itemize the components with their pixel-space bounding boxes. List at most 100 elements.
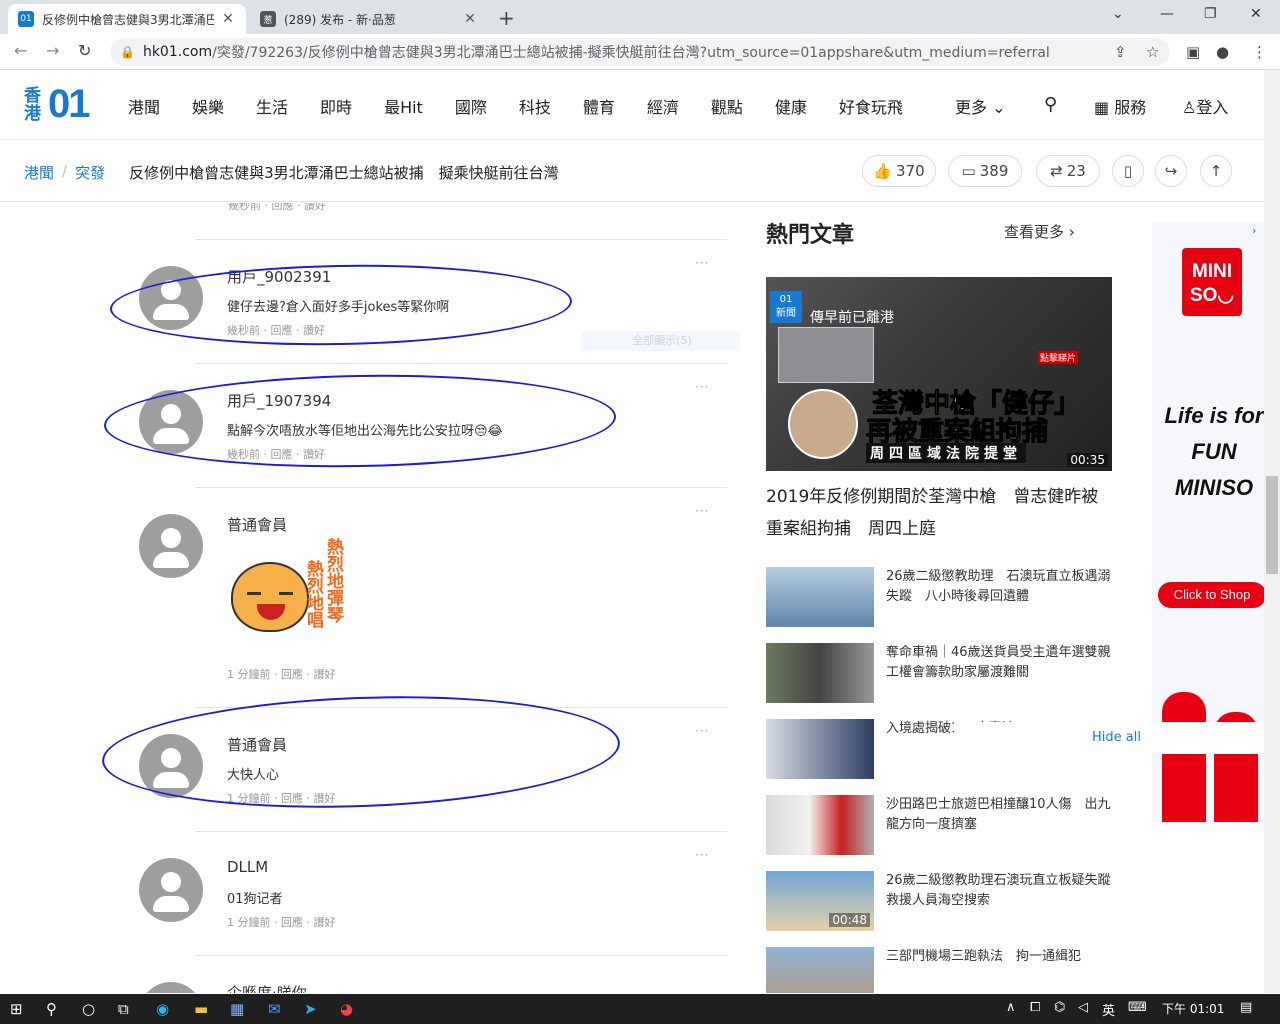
mail-icon[interactable]: ✉ xyxy=(268,1000,281,1018)
breadcrumb-sub[interactable]: 突發 xyxy=(75,162,105,183)
chrome-icon[interactable]: ◕ xyxy=(340,1000,353,1018)
avatar[interactable] xyxy=(139,982,203,993)
nav-item[interactable]: 娛樂 xyxy=(192,94,224,118)
nav-item[interactable]: 科技 xyxy=(519,94,551,118)
share-button[interactable]: ↪ xyxy=(1155,155,1187,187)
telegram-icon[interactable]: ➤ xyxy=(304,1000,317,1018)
search-icon[interactable]: ⚲ xyxy=(46,1000,57,1018)
nav-item[interactable]: 即時 xyxy=(320,94,352,118)
login-button[interactable]: ♙登入 xyxy=(1182,94,1228,118)
scroll-top-button[interactable]: ↑ xyxy=(1200,155,1232,187)
avatar[interactable] xyxy=(139,514,203,578)
article-item[interactable]: 00:48 26歲二級懲教助理石澳玩直立板疑失蹤 救援人員海空搜索 xyxy=(766,871,1116,933)
comment-item: DLLM 01狗记者 1 分鐘前 · 回應 · 讚好 ··· xyxy=(139,831,727,955)
nav-item[interactable]: 觀點 xyxy=(711,94,743,118)
article-item[interactable]: 奪命車禍｜46歲送貨員受主遺年選雙親 工權會籌款助家屬渡難關 xyxy=(766,643,1116,705)
click-to-shop-button[interactable]: Click to Shop xyxy=(1158,582,1264,608)
more-options-icon[interactable]: ··· xyxy=(695,380,709,394)
hk01-logo[interactable]: 香港 01 xyxy=(24,82,90,127)
more-options-icon[interactable]: ··· xyxy=(695,724,709,738)
avatar[interactable] xyxy=(139,858,203,922)
keyboard-icon[interactable]: ⌨ xyxy=(1128,1000,1147,1015)
article-item[interactable]: 三部門機場三跑執法 拘一通緝犯 xyxy=(766,947,1112,993)
ad-info-icon[interactable]: › xyxy=(1252,224,1256,237)
url-host: hk01.com xyxy=(142,44,213,60)
tab-search-icon[interactable]: ⌄ xyxy=(1112,6,1124,22)
comment-meta[interactable]: 1 分鐘前 · 回應 · 讚好 xyxy=(227,666,335,682)
cortana-icon[interactable]: ○ xyxy=(82,1000,95,1018)
article-item[interactable]: 沙田路巴士旅遊巴相撞釀10人傷 出九龍方向一度擠塞 xyxy=(766,795,1112,857)
nav-item[interactable]: 港聞 xyxy=(128,94,160,118)
comment-button[interactable]: ▭ 389 xyxy=(948,155,1022,187)
comment-user[interactable]: 企喺度·睇你 xyxy=(227,982,307,993)
task-view-icon[interactable]: ⧉ xyxy=(118,1000,129,1018)
tab-pincong[interactable]: 葱 (289) 发布 - 新·品葱 ✕ xyxy=(250,4,488,34)
more-options-icon[interactable]: ··· xyxy=(695,504,709,518)
file-explorer-icon[interactable]: ▬ xyxy=(194,1000,208,1018)
services-button[interactable]: ▦ 服務 xyxy=(1094,94,1146,118)
nav-item[interactable]: 體育 xyxy=(583,94,615,118)
minimize-icon[interactable]: — xyxy=(1160,6,1174,22)
comment-user[interactable]: 普通會員 xyxy=(227,514,287,535)
new-tab-icon[interactable]: + xyxy=(498,6,515,30)
windows-start-icon[interactable]: ⊞ xyxy=(10,1000,23,1018)
more-options-icon[interactable]: ··· xyxy=(695,256,709,270)
share-count: 23 xyxy=(1066,162,1086,180)
click-label: 點擊睇片 xyxy=(1038,351,1079,364)
search-icon[interactable]: ⚲ xyxy=(1044,94,1057,115)
comment-icon: ▭ xyxy=(961,162,976,180)
nav-item[interactable]: 經濟 xyxy=(647,94,679,118)
like-button[interactable]: 👍 370 xyxy=(862,155,936,187)
notification-icon[interactable]: ▤ xyxy=(1240,1000,1252,1015)
maximize-icon[interactable]: ❐ xyxy=(1204,6,1217,22)
scrollbar-thumb[interactable] xyxy=(1266,476,1278,574)
article-thumbnail xyxy=(766,947,874,993)
sidebar-hot: 熱門文章 查看更多 › 01 新聞 傳早前已離港 點擊睇片 荃灣中槍「健仔」 再被… xyxy=(766,203,1116,993)
reload-icon[interactable]: ↻ xyxy=(78,41,91,60)
comment-user[interactable]: DLLM xyxy=(227,858,268,876)
bookmark-button[interactable]: ▯ xyxy=(1112,155,1144,187)
clock[interactable]: 下午 01:01 xyxy=(1162,1000,1224,1017)
edge-icon[interactable]: ◉ xyxy=(156,1000,169,1018)
see-more-link[interactable]: 查看更多 › xyxy=(1004,221,1075,242)
url-path: /突發/792263/反修例中槍曾志健與3男北潭涌巴士總站被捕-擬乘快艇前往台灣… xyxy=(212,45,1050,61)
forward-icon[interactable]: → xyxy=(46,41,59,60)
nav-item[interactable]: 生活 xyxy=(256,94,288,118)
close-window-icon[interactable]: ✕ xyxy=(1250,6,1262,22)
nav-item[interactable]: 好食玩飛 xyxy=(839,94,903,118)
share-icon[interactable]: ⇪ xyxy=(1114,43,1127,61)
more-options-icon[interactable]: ··· xyxy=(695,848,709,862)
hide-all-button[interactable]: Hide all xyxy=(954,722,1274,754)
featured-caption[interactable]: 2019年反修例期間於荃灣中槍 曾志健昨被重案組拘捕 周四上庭 xyxy=(766,481,1112,545)
menu-kebab-icon[interactable]: ⋮ xyxy=(1252,43,1267,61)
featured-video[interactable]: 01 新聞 傳早前已離港 點擊睇片 荃灣中槍「健仔」 再被重案組拘捕 周四區域法院… xyxy=(766,277,1112,471)
back-icon[interactable]: ← xyxy=(14,41,27,60)
tray-chevron-icon[interactable]: ∧ xyxy=(1006,1000,1016,1015)
page-scrollbar[interactable] xyxy=(1264,70,1280,993)
site-header: 香港 01 港聞 娛樂 生活 即時 最Hit 國際 科技 體育 經濟 觀點 健康… xyxy=(0,70,1264,140)
more-menu[interactable]: 更多 ⌄ xyxy=(955,94,1006,118)
article-thumbnail xyxy=(766,719,874,779)
tab-hk01[interactable]: 01 反修例中槍曾志健與3男北潭涌巴 ✕ xyxy=(8,4,246,34)
close-tab-icon[interactable]: ✕ xyxy=(462,11,478,27)
article-bar: 港聞 / 突發 反修例中槍曾志健與3男北潭涌巴士總站被捕 擬乘快艇前往台灣 👍 3… xyxy=(0,140,1264,202)
user-icon: ♙ xyxy=(1182,98,1197,117)
close-tab-icon[interactable]: ✕ xyxy=(220,11,236,27)
bookmark-star-icon[interactable]: ☆ xyxy=(1146,43,1159,61)
network-icon[interactable]: ⌬ xyxy=(1054,1000,1065,1015)
tray-device-icon[interactable]: ⧠ xyxy=(1030,1000,1040,1015)
profile-icon[interactable]: ● xyxy=(1216,43,1229,61)
article-item[interactable]: 26歲二級懲教助理 石澳玩直立板遇溺失蹤 八小時後尋回遺體 xyxy=(766,567,1112,629)
volume-icon[interactable]: ◁ xyxy=(1078,1000,1088,1015)
comment-item: 普通會員 熱烈地彈琴 熱烈地唱 1 分鐘前 · 回應 · 讚好 ··· xyxy=(139,487,727,707)
nav-item[interactable]: 國際 xyxy=(455,94,487,118)
repost-button[interactable]: ⇄ 23 xyxy=(1036,155,1100,187)
nav-item[interactable]: 最Hit xyxy=(384,94,423,118)
store-icon[interactable]: ▦ xyxy=(230,1000,244,1018)
breadcrumb-section[interactable]: 港聞 xyxy=(24,162,54,183)
side-panel-icon[interactable]: ▣ xyxy=(1186,43,1200,61)
nav-item[interactable]: 健康 xyxy=(775,94,807,118)
url-field[interactable]: 🔒 hk01.com /突發/792263/反修例中槍曾志健與3男北潭涌巴士總站… xyxy=(110,38,1170,66)
ime-indicator[interactable]: 英 xyxy=(1102,1000,1115,1019)
comment-meta[interactable]: 1 分鐘前 · 回應 · 讚好 xyxy=(227,914,335,930)
